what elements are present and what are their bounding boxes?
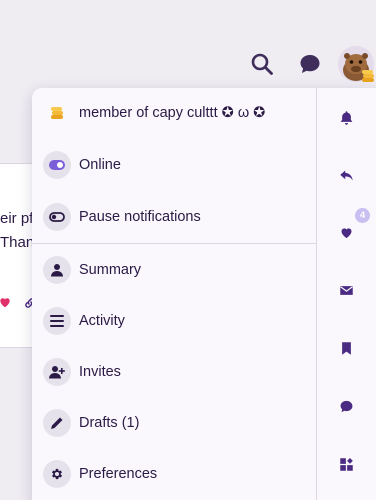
- menu-item-activity[interactable]: Activity: [32, 296, 316, 346]
- coin-stack-icon: [43, 99, 71, 127]
- menu-item-label: Preferences: [79, 466, 158, 482]
- grid-plus-icon: [339, 457, 353, 471]
- status-label: member of capy culttt ✪ ω ✪: [79, 105, 266, 121]
- chat-button[interactable]: [296, 50, 324, 78]
- more-tab[interactable]: [317, 449, 375, 479]
- chat-tab[interactable]: [317, 391, 375, 421]
- user-icon: [43, 256, 71, 284]
- heart-icon[interactable]: [0, 295, 12, 309]
- chat-icon: [340, 400, 352, 412]
- messages-tab[interactable]: [317, 275, 375, 305]
- bell-icon: [340, 110, 352, 125]
- menu-item-online[interactable]: Online: [32, 140, 316, 190]
- user-avatar-button[interactable]: [336, 44, 376, 84]
- quick-access-rail: 4: [316, 88, 376, 500]
- bookmarks-tab[interactable]: [317, 333, 375, 363]
- menu-item-label: Summary: [79, 262, 142, 278]
- menu-item-preferences[interactable]: Preferences: [32, 449, 316, 499]
- menu-item-pause-notifications[interactable]: Pause notifications: [32, 192, 316, 242]
- status-item[interactable]: member of capy culttt ✪ ω ✪: [32, 88, 316, 138]
- menu-item-label: Pause notifications: [79, 209, 201, 225]
- menu-item-label: Invites: [79, 364, 121, 380]
- coin-stack-icon: [362, 70, 374, 82]
- user-menu-list: member of capy culttt ✪ ω ✪ Online Pause…: [32, 88, 316, 500]
- user-plus-icon: [43, 358, 71, 386]
- reply-icon: [339, 170, 353, 180]
- bookmark-icon: [341, 341, 351, 355]
- menu-item-invites[interactable]: Invites: [32, 347, 316, 397]
- menu-item-summary[interactable]: Summary: [32, 245, 316, 295]
- search-button[interactable]: [248, 50, 276, 78]
- toggle-on-icon: [43, 151, 71, 179]
- heart-icon: [341, 227, 351, 238]
- envelope-icon: [339, 285, 353, 295]
- replies-tab[interactable]: [317, 160, 375, 190]
- menu-item-drafts[interactable]: Drafts (1): [32, 398, 316, 448]
- search-icon: [251, 53, 273, 75]
- user-menu-panel: member of capy culttt ✪ ω ✪ Online Pause…: [32, 88, 376, 500]
- menu-item-label: Drafts (1): [79, 415, 140, 431]
- divider: [32, 243, 316, 244]
- gear-icon: [43, 460, 71, 488]
- chat-bubble-icon: [300, 55, 320, 73]
- menu-item-label: Online: [79, 157, 121, 173]
- notifications-tab[interactable]: [317, 102, 375, 132]
- likes-count-badge: 4: [355, 208, 370, 223]
- pencil-icon: [43, 409, 71, 437]
- list-icon: [43, 307, 71, 335]
- toggle-off-icon: [43, 203, 71, 231]
- menu-item-label: Activity: [79, 313, 125, 329]
